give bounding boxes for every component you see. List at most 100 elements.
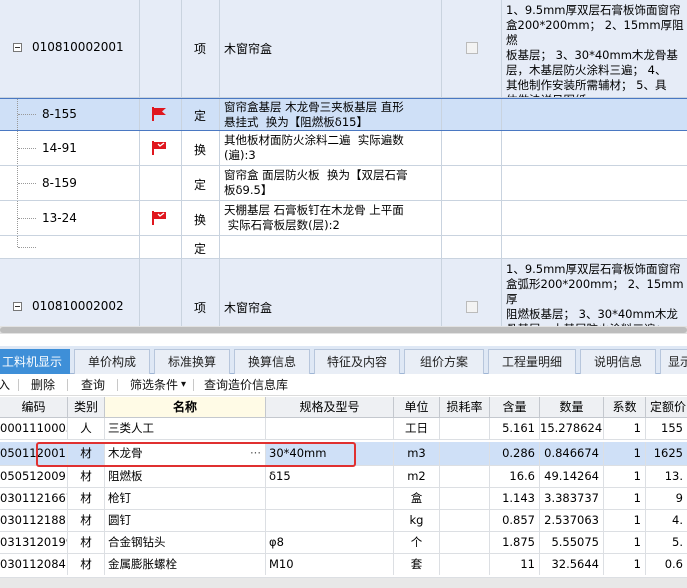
quota-name: 窗帘盒基层 木龙骨三夹板基层 直形 悬挂式 换为【阻燃板δ15】 (224, 100, 404, 129)
quota-type: 换 (194, 143, 207, 157)
material-unit: 套 (394, 554, 440, 575)
material-content: 16.6 (490, 466, 540, 487)
material-category: 材 (68, 532, 105, 553)
material-coefficient: 1 (604, 418, 646, 439)
col-quota-price[interactable]: 定额价 (646, 397, 687, 417)
material-code: 0001110005 (0, 418, 68, 439)
material-quantity: 0.846674 (540, 442, 604, 465)
material-coefficient: 1 (604, 442, 646, 465)
material-category: 材 (68, 466, 105, 487)
tab-unit-price[interactable]: 单价构成 (74, 349, 150, 374)
material-code: 050512009… (0, 466, 68, 487)
tab-conversion-info[interactable]: 换算信息 (234, 349, 310, 374)
tab-quantity-detail[interactable]: 工程量明细 (488, 349, 576, 374)
quota-name: 天棚基层 石膏板钉在木龙骨 上平面 实际石膏板层数(层):2 (224, 203, 404, 232)
scrollbar-thumb[interactable] (0, 327, 687, 333)
material-loss (440, 442, 490, 465)
collapse-toggle-icon[interactable] (13, 302, 22, 311)
material-spec: φ8 (266, 532, 394, 553)
material-content: 0.857 (490, 510, 540, 531)
tab-standard-conversion[interactable]: 标准换算 (154, 349, 230, 374)
material-name: 木龙骨 (108, 446, 143, 460)
material-row[interactable]: 0301120841 材 金属膨胀螺栓 M10 套 11 32.5644 1 0… (0, 554, 687, 578)
material-code: 0313120199 (0, 532, 68, 553)
material-spec: 30*40mm (266, 442, 394, 465)
material-name: 三类人工 (105, 418, 266, 439)
material-row[interactable]: 0301121881 材 圆钉 kg 0.857 2.537063 1 4. (0, 510, 687, 532)
material-row[interactable]: 050112001… 材 木龙骨 ··· 30*40mm m3 0.286 0.… (0, 442, 687, 466)
material-category: 材 (68, 488, 105, 509)
col-category[interactable]: 类别 (68, 397, 105, 417)
col-spec[interactable]: 规格及型号 (266, 397, 394, 417)
material-coefficient: 1 (604, 554, 646, 575)
item-description: 1、9.5mm厚双层石膏板饰面窗帘 盒弧形200*200mm； 2、15mm厚 … (506, 262, 684, 326)
material-price: 9 (675, 491, 683, 505)
delete-button[interactable]: 删除 (31, 377, 55, 393)
material-quantity: 5.55075 (540, 532, 604, 553)
price-database-button[interactable]: 查询造价信息库 (204, 377, 288, 393)
query-button[interactable]: 查询 (81, 377, 105, 393)
quota-type: 定 (194, 242, 207, 256)
code-cell: 010810002001 (0, 0, 140, 97)
quota-code: 8-155 (42, 107, 77, 121)
tab-description[interactable]: 说明信息 (580, 349, 656, 374)
item-code: 010810002001 (32, 40, 124, 54)
item-checkbox[interactable] (466, 301, 478, 313)
insert-button[interactable]: 入 (0, 377, 10, 393)
material-row[interactable]: 0301121667 材 枪钉 盒 1.143 3.383737 1 9 (0, 488, 687, 510)
bill-items-grid: 010810002001 项 木窗帘盒 1、9.5mm厚双层石膏板饰面窗帘 盒2… (0, 0, 687, 326)
material-row[interactable]: 0001110005 人 三类人工 工日 5.161 15.278624 1 1… (0, 418, 687, 440)
bill-item-row[interactable]: 010810002001 项 木窗帘盒 1、9.5mm厚双层石膏板饰面窗帘 盒2… (0, 0, 687, 98)
tab-pricing-plan[interactable]: 组价方案 (404, 349, 484, 374)
material-unit: 盒 (394, 488, 440, 509)
material-unit: m2 (394, 466, 440, 487)
item-name: 木窗帘盒 (224, 42, 273, 56)
tab-labor-material[interactable]: 工料机显示 (0, 349, 70, 374)
flag-icon (152, 107, 166, 121)
material-price: 13. (664, 469, 683, 483)
material-name-field[interactable]: 木龙骨 ··· (105, 442, 266, 465)
col-coefficient[interactable]: 系数 (604, 397, 646, 417)
item-checkbox[interactable] (466, 42, 478, 54)
col-code[interactable]: 编码 (0, 397, 68, 417)
material-unit: 工日 (394, 418, 440, 439)
material-row[interactable]: 050512009… 材 阻燃板 δ15 m2 16.6 49.14264 1 … (0, 466, 687, 488)
quota-row[interactable]: 8-159 定 窗帘盒 面层防火板 换为【双层石膏 板δ9.5】 (0, 166, 687, 201)
quota-row[interactable]: 定 (0, 236, 687, 259)
quota-row[interactable]: 13-24 换 天棚基层 石膏板钉在木龙骨 上平面 实际石膏板层数(层):2 (0, 201, 687, 236)
bottom-scrollbar[interactable] (0, 578, 687, 588)
detail-toolbar: 入 删除 查询 筛选条件 ▾ 查询造价信息库 (0, 374, 687, 396)
material-spec: δ15 (266, 466, 394, 487)
flag-icon (152, 211, 166, 225)
col-content[interactable]: 含量 (490, 397, 540, 417)
quota-row[interactable]: 14-91 换 其他板材面防火涂料二遍 实际遍数 (遍):3 (0, 131, 687, 166)
material-content: 1.875 (490, 532, 540, 553)
col-quantity[interactable]: 数量 (540, 397, 604, 417)
quota-row[interactable]: 8-155 定 窗帘盒基层 木龙骨三夹板基层 直形 悬挂式 换为【阻燃板δ15】 (0, 98, 687, 131)
bill-item-row[interactable]: 010810002002 项 木窗帘盒 1、9.5mm厚双层石膏板饰面窗帘 盒弧… (0, 259, 687, 326)
material-coefficient: 1 (604, 466, 646, 487)
col-unit[interactable]: 单位 (394, 397, 440, 417)
material-quantity: 49.14264 (540, 466, 604, 487)
material-content: 5.161 (490, 418, 540, 439)
material-spec (266, 488, 394, 509)
col-loss-rate[interactable]: 损耗率 (440, 397, 490, 417)
material-name: 圆钉 (105, 510, 266, 531)
col-name[interactable]: 名称 (105, 397, 266, 417)
quota-code: 14-91 (42, 141, 77, 155)
collapse-toggle-icon[interactable] (13, 43, 22, 52)
material-loss (440, 466, 490, 487)
material-row[interactable]: 0313120199 材 合金钢钻头 φ8 个 1.875 5.55075 1 … (0, 532, 687, 554)
material-loss (440, 510, 490, 531)
material-category: 材 (68, 554, 105, 575)
tab-features[interactable]: 特征及内容 (314, 349, 400, 374)
tab-display[interactable]: 显示 (660, 349, 687, 374)
filter-button[interactable]: 筛选条件 (130, 377, 178, 393)
material-code: 0301121881 (0, 510, 68, 531)
more-options-icon[interactable]: ··· (250, 442, 261, 465)
quota-type: 换 (194, 213, 207, 227)
material-quantity: 3.383737 (540, 488, 604, 509)
material-category: 材 (68, 442, 105, 465)
chevron-down-icon[interactable]: ▾ (181, 377, 186, 393)
material-price: 155 (661, 421, 683, 435)
